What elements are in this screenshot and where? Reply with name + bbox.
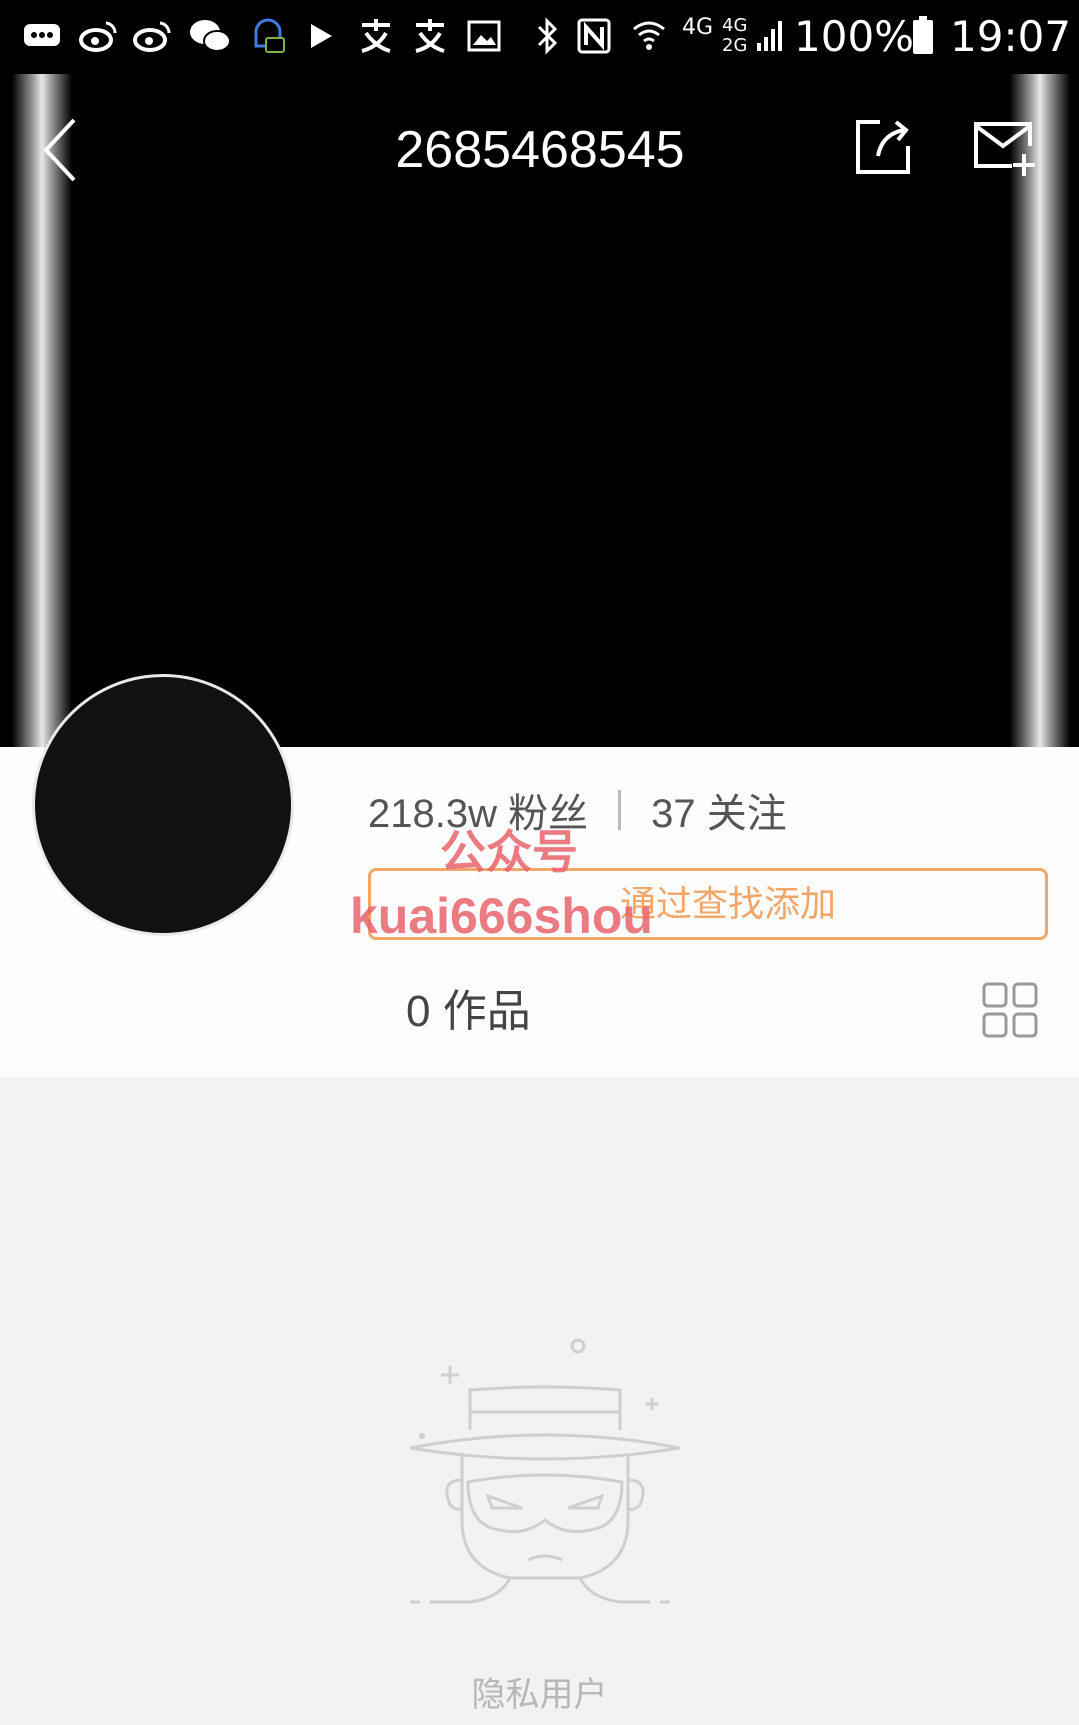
battery-percent: 100%	[794, 12, 915, 61]
following-count[interactable]: 37 关注	[651, 781, 787, 839]
share-button[interactable]	[852, 116, 914, 178]
watermark-text: 公众号	[440, 825, 578, 879]
works-count: 0 作品	[406, 987, 531, 1036]
stats-divider	[618, 790, 622, 830]
weibo-icon	[130, 14, 174, 58]
page-title: 2685468545	[395, 121, 685, 179]
signal-icon	[754, 14, 784, 58]
wechat-icon	[186, 14, 234, 58]
mail-add-icon	[974, 122, 1035, 176]
share-icon	[856, 120, 910, 174]
weibo-icon	[76, 14, 120, 58]
private-user-illustration	[400, 1330, 690, 1630]
network-4g-label: 4G	[722, 15, 748, 36]
masked-man-icon	[409, 1338, 681, 1604]
alipay-icon	[354, 14, 398, 58]
notification-bell-icon	[246, 14, 290, 58]
network-2g-label: 2G	[722, 35, 748, 56]
avatar[interactable]	[32, 674, 294, 936]
grid-icon	[982, 982, 1038, 1038]
alipay-icon	[408, 14, 452, 58]
clock: 19:07	[950, 12, 1072, 61]
battery-icon	[910, 14, 936, 58]
private-user-label: 隐私用户	[471, 1675, 608, 1715]
status-bar: 4G 4G 2G 100% 19:07	[0, 0, 1079, 74]
bluetooth-icon	[532, 14, 564, 58]
grid-view-button[interactable]	[982, 982, 1038, 1038]
back-button[interactable]	[38, 110, 88, 190]
watermark-text: kuai666shou	[350, 888, 653, 944]
chevron-left-icon	[43, 118, 76, 182]
nfc-icon	[574, 14, 614, 58]
message-add-button[interactable]	[972, 118, 1038, 178]
network-4g-label: 4G	[682, 15, 714, 40]
message-icon	[20, 14, 64, 58]
wifi-icon	[628, 14, 670, 58]
play-icon	[304, 14, 338, 58]
image-icon	[464, 14, 504, 58]
